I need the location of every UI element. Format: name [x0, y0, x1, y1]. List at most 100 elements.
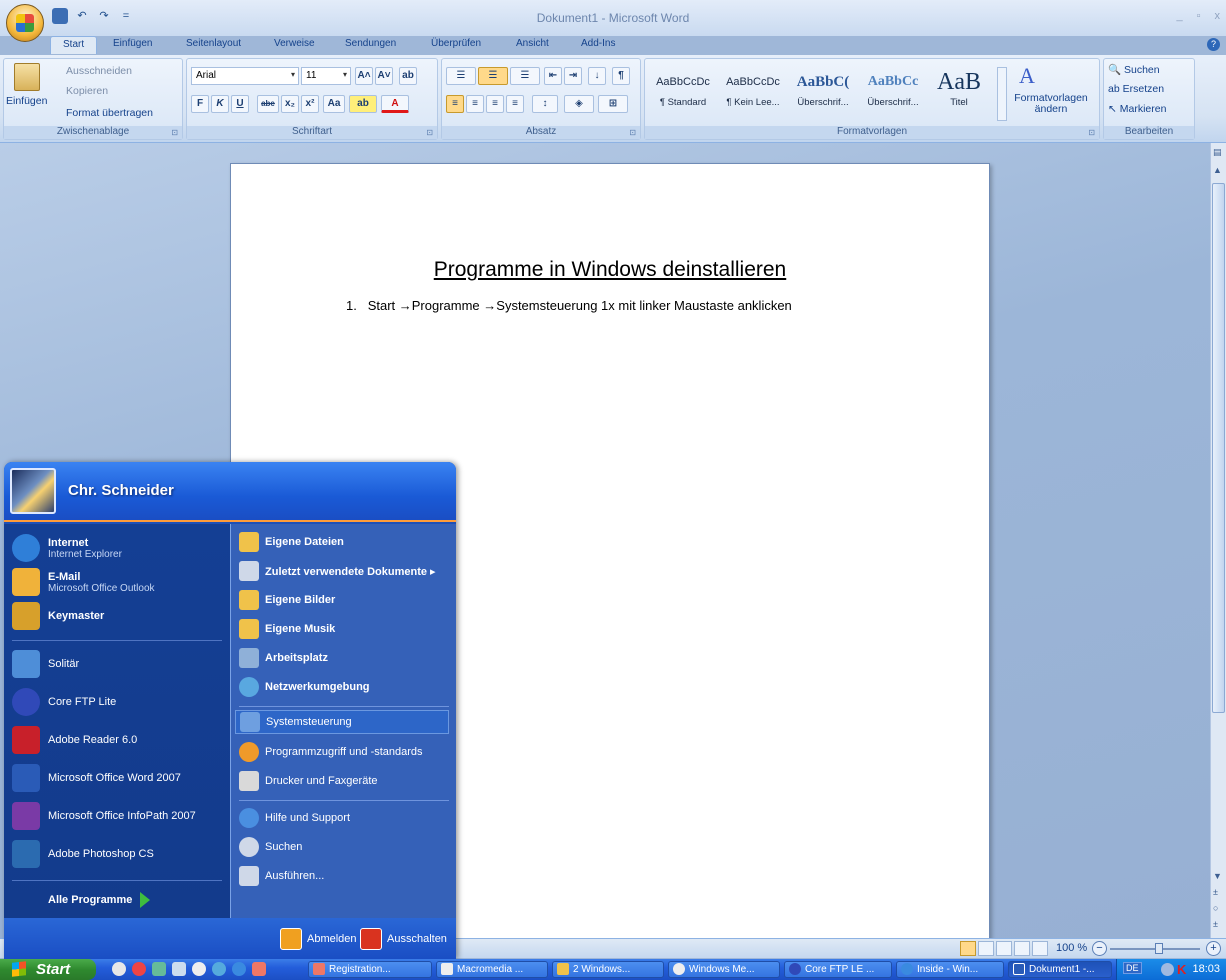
- line-spacing-button[interactable]: ↕: [532, 95, 558, 113]
- tab-einfuegen[interactable]: Einfügen: [113, 38, 152, 49]
- draft-view-button[interactable]: [1032, 941, 1048, 956]
- all-programs-button[interactable]: Alle Programme: [48, 892, 151, 908]
- recent-photoshop[interactable]: Adobe Photoshop CS: [12, 840, 154, 868]
- taskbar-button[interactable]: Core FTP LE ...: [784, 961, 892, 978]
- pinned-email[interactable]: E-Mail Microsoft Office Outlook: [12, 568, 155, 596]
- quicklaunch-icon[interactable]: [192, 962, 206, 976]
- quicklaunch-icon[interactable]: [132, 962, 146, 976]
- find-button[interactable]: 🔍 Suchen: [1108, 63, 1160, 76]
- scroll-down-icon[interactable]: ▼: [1213, 871, 1222, 881]
- place-programmzugriff[interactable]: Programmzugriff und -standards: [239, 742, 423, 762]
- scroll-thumb[interactable]: [1212, 183, 1225, 713]
- clear-format-button[interactable]: ab: [399, 67, 417, 85]
- change-styles-button[interactable]: Formatvorlagen ändern: [1011, 93, 1091, 115]
- tab-sendungen[interactable]: Sendungen: [345, 38, 396, 49]
- taskbar-button[interactable]: 2 Windows...: [552, 961, 664, 978]
- tab-ansicht[interactable]: Ansicht: [516, 38, 549, 49]
- style-title[interactable]: AaB Titel: [925, 67, 993, 121]
- shutdown-button[interactable]: Ausschalten: [360, 928, 447, 950]
- avatar[interactable]: [10, 468, 56, 514]
- copy-button[interactable]: Kopieren: [66, 85, 108, 97]
- decrease-indent-button[interactable]: ⇤: [544, 67, 562, 85]
- recent-core-ftp[interactable]: Core FTP Lite: [12, 688, 116, 716]
- scroll-up-icon[interactable]: ▲: [1213, 165, 1222, 175]
- place-drucker[interactable]: Drucker und Faxgeräte: [239, 771, 378, 791]
- vertical-scrollbar[interactable]: ▤ ▲ ▼ ± ○ ±: [1210, 143, 1226, 938]
- quicklaunch-icon[interactable]: [172, 962, 186, 976]
- logoff-button[interactable]: Abmelden: [280, 928, 357, 950]
- start-button[interactable]: Start: [0, 959, 96, 980]
- style-standard[interactable]: AaBbCcDc ¶ Standard: [649, 67, 717, 121]
- place-hilfe[interactable]: Hilfe und Support: [239, 808, 350, 828]
- align-right-button[interactable]: ≡: [486, 95, 504, 113]
- place-suchen[interactable]: Suchen: [239, 837, 302, 857]
- taskbar-button[interactable]: Windows Me...: [668, 961, 780, 978]
- recent-adobe-reader[interactable]: Adobe Reader 6.0: [12, 726, 137, 754]
- shrink-font-button[interactable]: A˅: [375, 67, 393, 85]
- bold-button[interactable]: F: [191, 95, 209, 113]
- taskbar-button-active[interactable]: Dokument1 -...: [1008, 961, 1112, 978]
- select-button[interactable]: ↖ Markieren: [1108, 103, 1166, 115]
- style-no-spacing[interactable]: AaBbCcDc ¶ Kein Lee...: [719, 67, 787, 121]
- format-painter-button[interactable]: Format übertragen: [66, 107, 153, 119]
- font-name-combo[interactable]: Arial ▾: [191, 67, 299, 85]
- print-layout-view-button[interactable]: [960, 941, 976, 956]
- recent-infopath-2007[interactable]: Microsoft Office InfoPath 2007: [12, 802, 196, 830]
- taskbar-button[interactable]: Registration...: [308, 961, 432, 978]
- align-left-button[interactable]: ≡: [446, 95, 464, 113]
- language-indicator[interactable]: DE: [1123, 962, 1142, 974]
- full-screen-view-button[interactable]: [978, 941, 994, 956]
- restore-button[interactable]: ▫: [1197, 10, 1201, 22]
- tab-seitenlayout[interactable]: Seitenlayout: [186, 38, 241, 49]
- tab-verweise[interactable]: Verweise: [274, 38, 315, 49]
- taskbar-button[interactable]: Inside - Win...: [896, 961, 1004, 978]
- styles-launcher-icon[interactable]: ⊡: [1088, 128, 1095, 137]
- minimize-button[interactable]: _: [1176, 10, 1182, 22]
- replace-button[interactable]: ab Ersetzen: [1108, 83, 1164, 95]
- ruler-toggle-icon[interactable]: ▤: [1213, 147, 1222, 158]
- style-heading-2[interactable]: AaBbCc Überschrif...: [859, 67, 927, 121]
- place-eigene-bilder[interactable]: Eigene Bilder: [239, 590, 335, 610]
- recent-word-2007[interactable]: Microsoft Office Word 2007: [12, 764, 181, 792]
- superscript-button[interactable]: x²: [301, 95, 319, 113]
- numbering-button[interactable]: ☰: [478, 67, 508, 85]
- shading-button[interactable]: ◈: [564, 95, 594, 113]
- quicklaunch-icon[interactable]: [252, 962, 266, 976]
- font-color-button[interactable]: A: [381, 95, 409, 113]
- subscript-button[interactable]: x₂: [281, 95, 299, 113]
- help-icon[interactable]: ?: [1207, 38, 1220, 51]
- styles-scroll[interactable]: [997, 67, 1007, 121]
- clipboard-launcher-icon[interactable]: ⊡: [171, 128, 178, 137]
- tab-add-ins[interactable]: Add-Ins: [581, 38, 615, 49]
- sort-button[interactable]: ↓: [588, 67, 606, 85]
- place-eigene-musik[interactable]: Eigene Musik: [239, 619, 335, 639]
- place-eigene-dateien[interactable]: Eigene Dateien: [239, 532, 344, 552]
- justify-button[interactable]: ≡: [506, 95, 524, 113]
- place-arbeitsplatz[interactable]: Arbeitsplatz: [239, 648, 328, 668]
- network-tray-icon[interactable]: [1161, 963, 1174, 976]
- quicklaunch-icon[interactable]: [212, 962, 226, 976]
- place-recent-docs[interactable]: Zuletzt verwendete Dokumente ▸: [239, 561, 436, 581]
- outline-view-button[interactable]: [1014, 941, 1030, 956]
- zoom-out-button[interactable]: −: [1092, 941, 1107, 956]
- antivirus-tray-icon[interactable]: K: [1177, 962, 1186, 977]
- font-launcher-icon[interactable]: ⊡: [426, 128, 433, 137]
- zoom-slider-knob[interactable]: [1155, 943, 1163, 954]
- quicklaunch-icon[interactable]: [112, 962, 126, 976]
- highlight-button[interactable]: ab: [349, 95, 377, 113]
- cut-button[interactable]: Ausschneiden: [66, 65, 132, 77]
- font-size-combo[interactable]: 11 ▾: [301, 67, 351, 85]
- place-netzwerk[interactable]: Netzwerkumgebung: [239, 677, 370, 697]
- multilevel-list-button[interactable]: ☰: [510, 67, 540, 85]
- office-button[interactable]: [6, 4, 44, 42]
- place-systemsteuerung[interactable]: Systemsteuerung: [235, 710, 449, 734]
- align-center-button[interactable]: ≡: [466, 95, 484, 113]
- zoom-level[interactable]: 100 %: [1056, 942, 1087, 954]
- recent-solitaer[interactable]: Solitär: [12, 650, 79, 678]
- tab-start[interactable]: Start: [50, 36, 98, 54]
- next-page-icon[interactable]: ±: [1213, 919, 1218, 929]
- quicklaunch-icon[interactable]: [152, 962, 166, 976]
- borders-button[interactable]: ⊞: [598, 95, 628, 113]
- paragraph-launcher-icon[interactable]: ⊡: [629, 128, 636, 137]
- bullets-button[interactable]: ☰: [446, 67, 476, 85]
